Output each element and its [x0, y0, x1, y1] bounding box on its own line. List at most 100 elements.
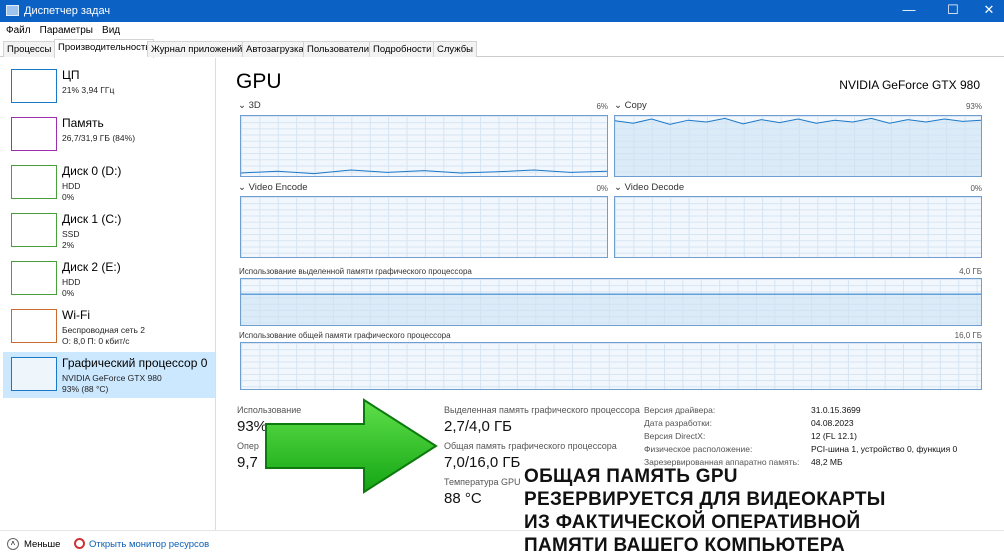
fewer-details-button[interactable]: Меньше	[24, 539, 60, 550]
engine-copy-selector[interactable]: ⌄ Copy	[614, 100, 647, 111]
engine-3d-selector[interactable]: ⌄ 3D	[238, 100, 261, 111]
gpu-device-name: NVIDIA GeForce GTX 980	[839, 78, 980, 92]
annotation-caption: ОБЩАЯ ПАМЯТЬ GPU РЕЗЕРВИРУЕТСЯ ДЛЯ ВИДЕО…	[524, 465, 886, 557]
sidebar-item-detail: Беспроводная сеть 2	[62, 325, 146, 335]
engine-label: Video Encode	[248, 182, 308, 193]
tab-app-history[interactable]: Журнал приложений	[147, 41, 247, 57]
page-title: GPU	[236, 70, 282, 93]
temperature-value: 88 °C	[444, 490, 482, 507]
engine-label: Video Decode	[624, 182, 685, 193]
tab-performance[interactable]: Производительность	[54, 39, 155, 58]
dedicated-memory-max: 4,0 ГБ	[959, 267, 982, 276]
sidebar-item-detail: 21% 3,94 ГГц	[62, 85, 115, 95]
shared-label: Общая память графического процессора	[444, 441, 617, 451]
sidebar-item-disk-0[interactable]: Диск 0 (D:) HDD 0%	[3, 160, 215, 206]
thumbnail-graph	[11, 357, 57, 391]
engine-copy-graph	[614, 115, 982, 177]
driver-version-value: 31.0.15.3699	[811, 405, 861, 415]
op-value: 9,7	[237, 454, 258, 471]
chevron-up-icon[interactable]: ˄	[7, 538, 19, 550]
sidebar-item-detail: HDD	[62, 277, 81, 287]
shared-memory-label: Использование общей памяти графического …	[239, 331, 451, 340]
sidebar-item-detail: 0%	[62, 288, 75, 298]
sidebar-item-label: Память	[62, 116, 104, 130]
engine-decode-value: 0%	[970, 184, 982, 193]
caption-line: ПАМЯТИ ВАШЕГО КОМПЬЮТЕРА	[524, 535, 846, 556]
close-button[interactable]: ✕	[974, 2, 1004, 20]
thumbnail-graph	[11, 165, 57, 199]
sidebar-item-label: Диск 0 (D:)	[62, 164, 122, 178]
tab-services[interactable]: Службы	[433, 41, 477, 57]
dedicated-value: 2,7/4,0 ГБ	[444, 418, 513, 435]
minimize-button[interactable]: —	[894, 2, 924, 20]
sidebar-item-label: Диск 1 (C:)	[62, 212, 122, 226]
sidebar-item-detail: 2%	[62, 240, 75, 250]
engine-3d-value: 6%	[596, 102, 608, 111]
title-bar: Диспетчер задач — ☐ ✕	[0, 0, 1004, 22]
engine-encode-selector[interactable]: ⌄ Video Encode	[238, 182, 308, 193]
sidebar-item-detail: 0%	[62, 192, 75, 202]
engine-label: 3D	[248, 100, 261, 111]
shared-memory-max: 16,0 ГБ	[954, 331, 982, 340]
dedicated-label: Выделенная память графического процессор…	[444, 405, 640, 415]
sidebar-item-detail: SSD	[62, 229, 80, 239]
open-resource-monitor-link[interactable]: Открыть монитор ресурсов	[89, 539, 209, 550]
sidebar-item-detail: О: 8,0 П: 0 кбит/с	[62, 336, 130, 346]
window-title: Диспетчер задач	[24, 5, 111, 17]
driver-date-value: 04.08.2023	[811, 418, 854, 428]
sidebar-item-gpu-0[interactable]: Графический процессор 0 NVIDIA GeForce G…	[3, 352, 215, 398]
sidebar-item-label: ЦП	[62, 68, 80, 82]
tab-processes[interactable]: Процессы	[3, 41, 56, 57]
shared-memory-graph	[240, 342, 982, 390]
sidebar-item-disk-2[interactable]: Диск 2 (E:) HDD 0%	[3, 256, 215, 302]
sidebar-item-detail: NVIDIA GeForce GTX 980	[62, 373, 162, 383]
engine-decode-graph	[614, 196, 982, 258]
directx-value: 12 (FL 12.1)	[811, 431, 857, 441]
caption-line: ИЗ ФАКТИЧЕСКОЙ ОПЕРАТИВНОЙ	[524, 512, 861, 533]
sidebar-item-wifi[interactable]: Wi-Fi Беспроводная сеть 2 О: 8,0 П: 0 кб…	[3, 304, 215, 350]
menu-bar: Файл Параметры Вид	[0, 22, 1004, 39]
dedicated-memory-label: Использование выделенной памяти графичес…	[239, 267, 472, 276]
maximize-button[interactable]: ☐	[938, 2, 968, 20]
tab-bar: Процессы Производительность Журнал прило…	[0, 39, 1004, 58]
resource-monitor-icon	[74, 538, 85, 549]
dedicated-memory-graph	[240, 278, 982, 326]
menu-options[interactable]: Параметры	[40, 25, 93, 36]
engine-copy-value: 93%	[965, 102, 982, 111]
op-label: Опер	[237, 441, 259, 451]
engine-decode-selector[interactable]: ⌄ Video Decode	[614, 182, 684, 193]
sidebar-item-detail: 26,7/31,9 ГБ (84%)	[62, 133, 136, 143]
sidebar-item-detail: 93% (88 °C)	[62, 384, 109, 394]
sidebar-item-disk-1[interactable]: Диск 1 (C:) SSD 2%	[3, 208, 215, 254]
green-arrow-icon	[265, 398, 438, 494]
resource-sidebar: ЦП 21% 3,94 ГГц Память 26,7/31,9 ГБ (84%…	[0, 58, 216, 530]
sidebar-item-detail: HDD	[62, 181, 81, 191]
thumbnail-graph	[11, 117, 57, 151]
tab-details[interactable]: Подробности	[369, 41, 436, 57]
caption-line: ОБЩАЯ ПАМЯТЬ GPU	[524, 466, 738, 487]
location-label: Физическое расположение:	[644, 444, 753, 454]
sidebar-item-cpu[interactable]: ЦП 21% 3,94 ГГц	[3, 64, 215, 110]
engine-label: Copy	[624, 100, 647, 111]
engine-encode-value: 0%	[596, 184, 608, 193]
tab-users[interactable]: Пользователи	[303, 41, 374, 57]
thumbnail-graph	[11, 213, 57, 247]
tab-startup[interactable]: Автозагрузка	[242, 41, 308, 57]
sidebar-item-label: Графический процессор 0	[62, 356, 208, 370]
menu-view[interactable]: Вид	[102, 25, 120, 36]
shared-value: 7,0/16,0 ГБ	[444, 454, 521, 471]
sidebar-item-label: Wi-Fi	[62, 308, 90, 322]
directx-label: Версия DirectX:	[644, 431, 706, 441]
engine-encode-graph	[240, 196, 608, 258]
location-value: PCI-шина 1, устройство 0, функция 0	[811, 444, 958, 454]
sidebar-item-memory[interactable]: Память 26,7/31,9 ГБ (84%)	[3, 112, 215, 158]
engine-3d-graph	[240, 115, 608, 177]
thumbnail-graph	[11, 69, 57, 103]
thumbnail-graph	[11, 309, 57, 343]
usage-value: 93%	[237, 418, 268, 435]
sidebar-item-label: Диск 2 (E:)	[62, 260, 121, 274]
menu-file[interactable]: Файл	[6, 25, 31, 36]
driver-version-label: Версия драйвера:	[644, 405, 716, 415]
caption-line: РЕЗЕРВИРУЕТСЯ ДЛЯ ВИДЕОКАРТЫ	[524, 489, 886, 510]
temperature-label: Температура GPU	[444, 477, 521, 487]
